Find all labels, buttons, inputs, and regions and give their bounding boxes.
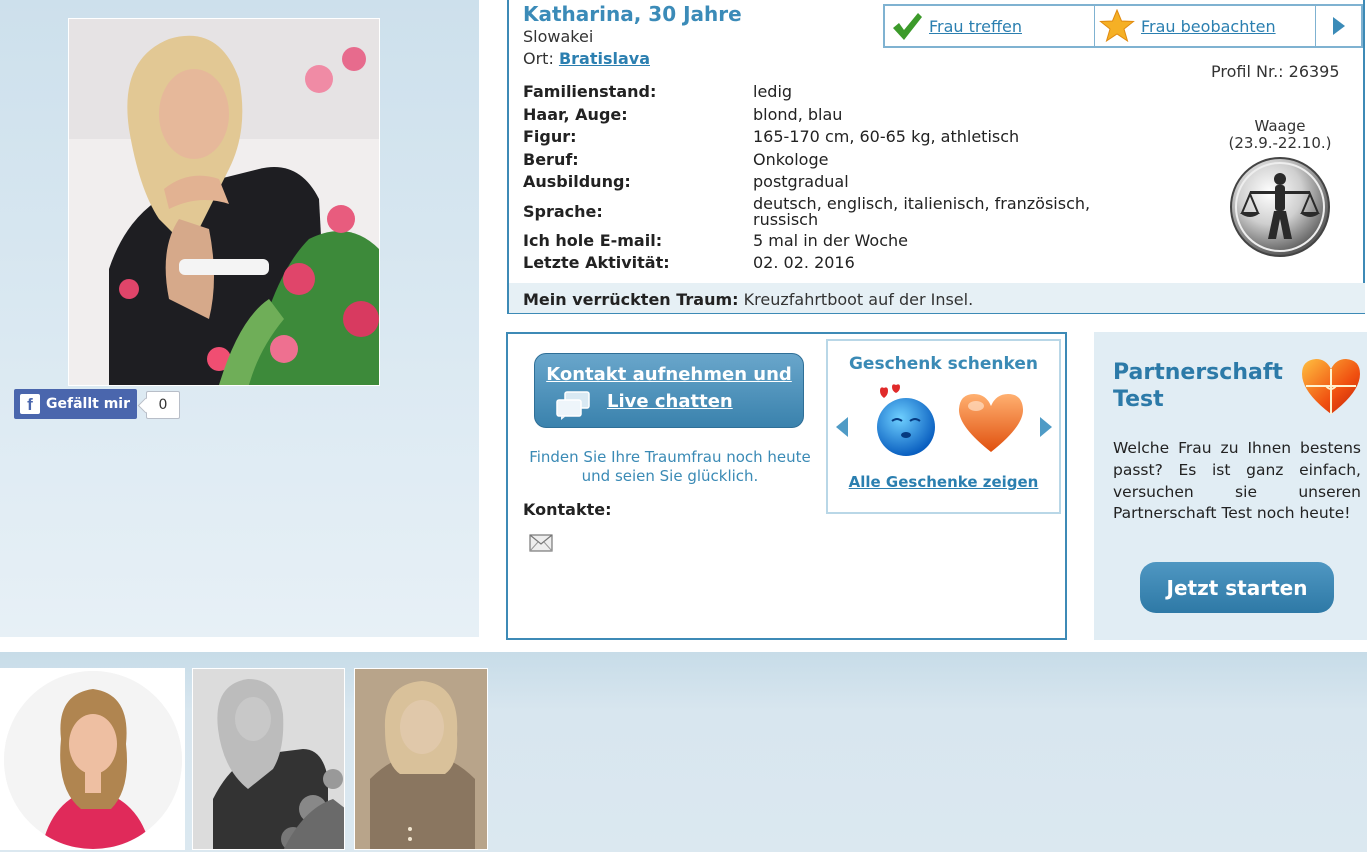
gift-prev-arrow-icon[interactable] [835,416,849,442]
zodiac-name: Waage [1254,117,1306,135]
profile-country: Slowakei [523,27,594,46]
detail-row: Figur: 165-170 cm, 60-65 kg, athletisch [523,126,1113,149]
watch-woman-action[interactable]: Frau beobachten [1095,6,1316,46]
partner-test-title: Partnerschaft Test [1113,359,1283,413]
start-test-button[interactable]: Jetzt starten [1140,562,1334,613]
profile-number: Profil Nr.: 26395 [1211,62,1340,81]
arrow-right-icon [1332,17,1345,35]
meet-woman-link[interactable]: Frau treffen [929,17,1022,36]
chat-bubbles-icon [556,391,590,420]
detail-value: Onkologe [753,149,829,169]
detail-key: Familienstand: [523,82,657,102]
zodiac-sign: Waage (23.9.-22.10.) [1200,118,1360,152]
detail-key: Beruf: [523,149,579,169]
detail-value: 5 mal in der Woche [753,230,908,250]
contact-button-line1: Kontakt aufnehmen und [546,364,792,385]
dream-value: Kreuzfahrtboot auf der Insel. [743,290,974,309]
heart-gift-icon[interactable] [956,392,1026,458]
dream-row: Mein verrückten Traum: Kreuzfahrtboot au… [509,283,1365,313]
kiss-smiley-gift-icon[interactable] [872,383,938,463]
detail-row: Familienstand: ledig [523,81,1113,104]
profile-name-age: Katharina, 30 Jahre [523,2,742,26]
detail-value: 02. 02. 2016 [753,253,855,273]
facebook-icon: f [20,394,40,414]
partner-title-line2: Test [1113,387,1164,412]
next-action-button[interactable] [1316,6,1361,46]
dream-label: Mein verrückten Traum: [523,290,739,309]
detail-value: deutsch, englisch, italienisch, französi… [753,193,1091,229]
detail-value: blond, blau [753,104,843,124]
facebook-like-count: 0 [146,391,180,419]
gallery-thumbnail[interactable] [0,668,185,850]
facebook-like-button[interactable]: f Gefällt mir [14,389,137,419]
all-gifts-link[interactable]: Alle Geschenke zeigen [826,473,1061,491]
detail-key: Letzte Aktivität: [523,253,670,273]
zodiac-range: (23.9.-22.10.) [1228,134,1332,152]
detail-row: Ausbildung: postgradual [523,171,1113,194]
heart-puzzle-icon [1300,356,1362,420]
envelope-icon[interactable] [529,534,553,556]
profile-city-row: Ort: Bratislava [523,49,650,68]
gift-next-arrow-icon[interactable] [1039,416,1053,442]
detail-key: Sprache: [523,201,603,221]
profile-details-table: Familienstand: ledig Haar, Auge: blond, bl… [523,81,1113,275]
detail-row: Beruf: Onkologe [523,149,1113,172]
detail-row: Haar, Auge: blond, blau [523,104,1113,127]
contacts-label: Kontakte: [523,500,612,519]
city-label: Ort: [523,49,554,68]
action-bar: Frau treffen Frau beobachten [883,4,1363,48]
detail-value: 165-170 cm, 60-65 kg, athletisch [753,127,1020,147]
facebook-like-label: Gefällt mir [46,396,130,412]
find-dream-woman-text: Finden Sie Ihre Traumfrau noch heute und… [529,448,811,485]
detail-row: Letzte Aktivität: 02. 02. 2016 [523,252,1113,275]
gallery-thumbnail[interactable] [192,668,345,850]
detail-key: Ich hole E-mail: [523,230,663,250]
meet-woman-action[interactable]: Frau treffen [885,6,1095,46]
detail-key: Haar, Auge: [523,104,628,124]
checkmark-icon [893,13,922,40]
detail-key: Ausbildung: [523,172,631,192]
contact-live-chat-button[interactable]: Kontakt aufnehmen und Live chatten [534,353,804,428]
detail-row: Sprache: deutsch, englisch, italienisch, … [523,194,1113,230]
contact-button-line2: Live chatten [607,391,733,412]
libra-icon [1228,155,1332,259]
partner-title-line1: Partnerschaft [1113,360,1283,385]
detail-row: Ich hole E-mail: 5 mal in der Woche [523,230,1113,253]
detail-value: ledig [753,82,793,102]
city-link[interactable]: Bratislava [559,49,650,68]
partner-test-text: Welche Frau zu Ihnen bestens passt? Es i… [1113,439,1361,523]
gift-title: Geschenk schenken [848,354,1039,374]
detail-key: Figur: [523,127,577,147]
star-icon [1099,9,1135,43]
detail-value: postgradual [753,172,849,192]
watch-woman-link[interactable]: Frau beobachten [1141,17,1276,36]
gallery-thumbnail[interactable] [354,668,488,850]
main-profile-photo[interactable] [68,18,380,386]
